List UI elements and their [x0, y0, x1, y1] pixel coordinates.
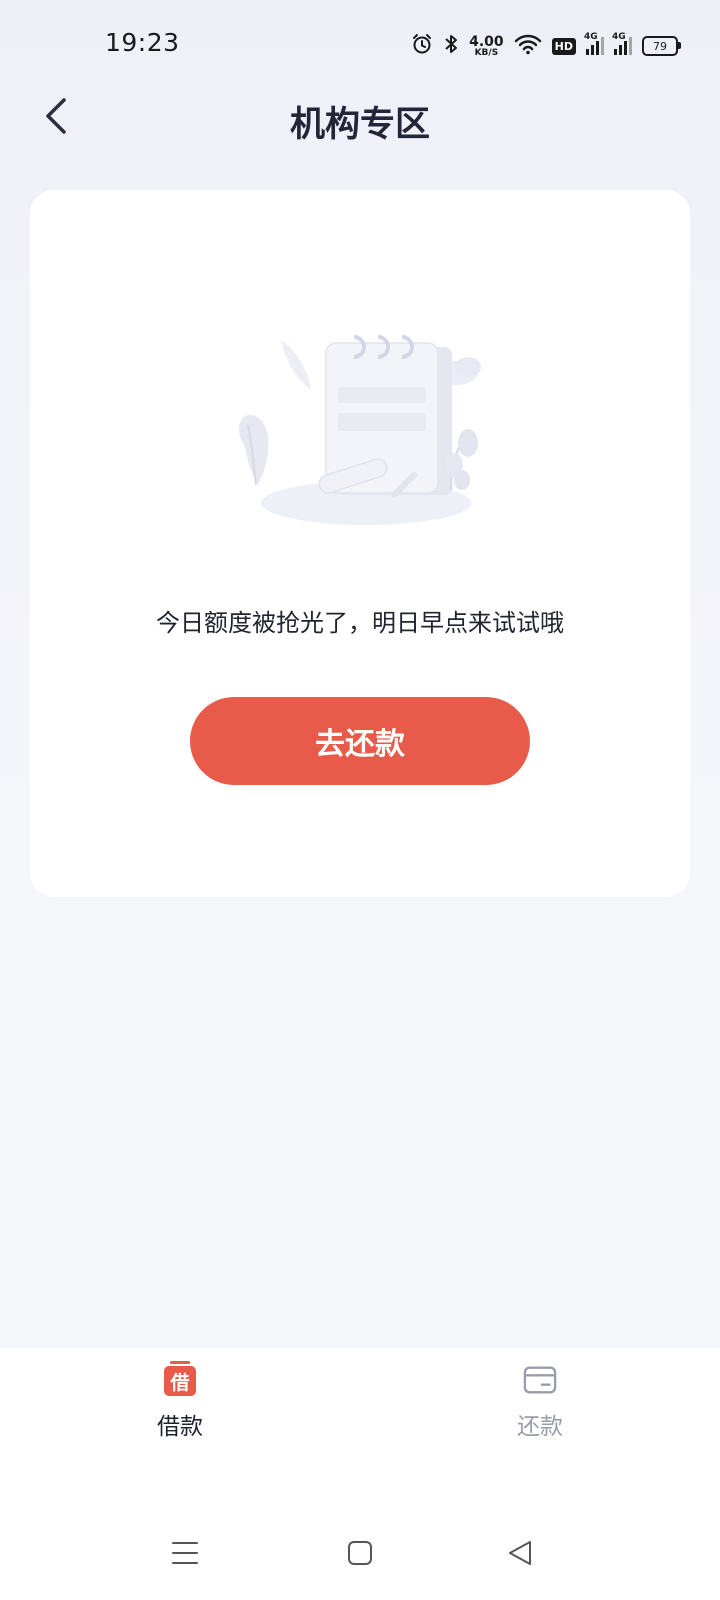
system-nav-bar: [0, 1530, 720, 1580]
wifi-icon: [514, 33, 542, 59]
signal-label-1: 4G: [584, 32, 598, 42]
status-time: 19:23: [105, 28, 180, 57]
battery-icon: 79: [642, 36, 681, 56]
home-nav-button[interactable]: [335, 1530, 385, 1580]
hd-badge: HD: [551, 37, 576, 55]
network-speed: 4.00 KB/S: [469, 35, 504, 58]
menu-icon: [171, 1540, 199, 1570]
header: 机构专区: [0, 90, 720, 150]
bluetooth-icon: [443, 33, 459, 59]
battery-level: 79: [653, 39, 667, 53]
borrow-icon-glyph: 借: [164, 1361, 196, 1396]
menu-nav-button[interactable]: [160, 1530, 210, 1580]
signal-icon-1: 4G: [584, 32, 604, 55]
alarm-icon: [411, 33, 433, 59]
empty-notepad-illustration: [226, 325, 496, 525]
empty-state-card: 今日额度被抢光了，明日早点来试试哦 去还款: [30, 190, 690, 897]
triangle-back-icon: [507, 1540, 533, 1570]
empty-message: 今日额度被抢光了，明日早点来试试哦: [156, 609, 564, 637]
card-icon: [523, 1363, 557, 1397]
home-square-icon: [347, 1540, 373, 1570]
tab-repay-label: 还款: [517, 1414, 563, 1440]
network-speed-unit: KB/S: [474, 47, 499, 58]
signal-icon-2: 4G: [612, 32, 632, 55]
go-repay-button[interactable]: 去还款: [190, 697, 530, 785]
tab-borrow[interactable]: 借 借款: [120, 1361, 240, 1453]
network-speed-value: 4.00: [469, 33, 504, 50]
status-bar: 19:23 4.00 KB/S HD 4G 4G 79: [0, 0, 720, 90]
tab-repay[interactable]: 还款: [480, 1363, 600, 1453]
back-nav-button[interactable]: [495, 1530, 545, 1580]
signal-label-2: 4G: [612, 32, 626, 42]
borrow-icon: 借: [163, 1361, 197, 1397]
status-icons: 4.00 KB/S HD 4G 4G 79: [411, 30, 681, 62]
tab-borrow-label: 借款: [157, 1414, 203, 1440]
page-title: 机构专区: [289, 105, 430, 145]
